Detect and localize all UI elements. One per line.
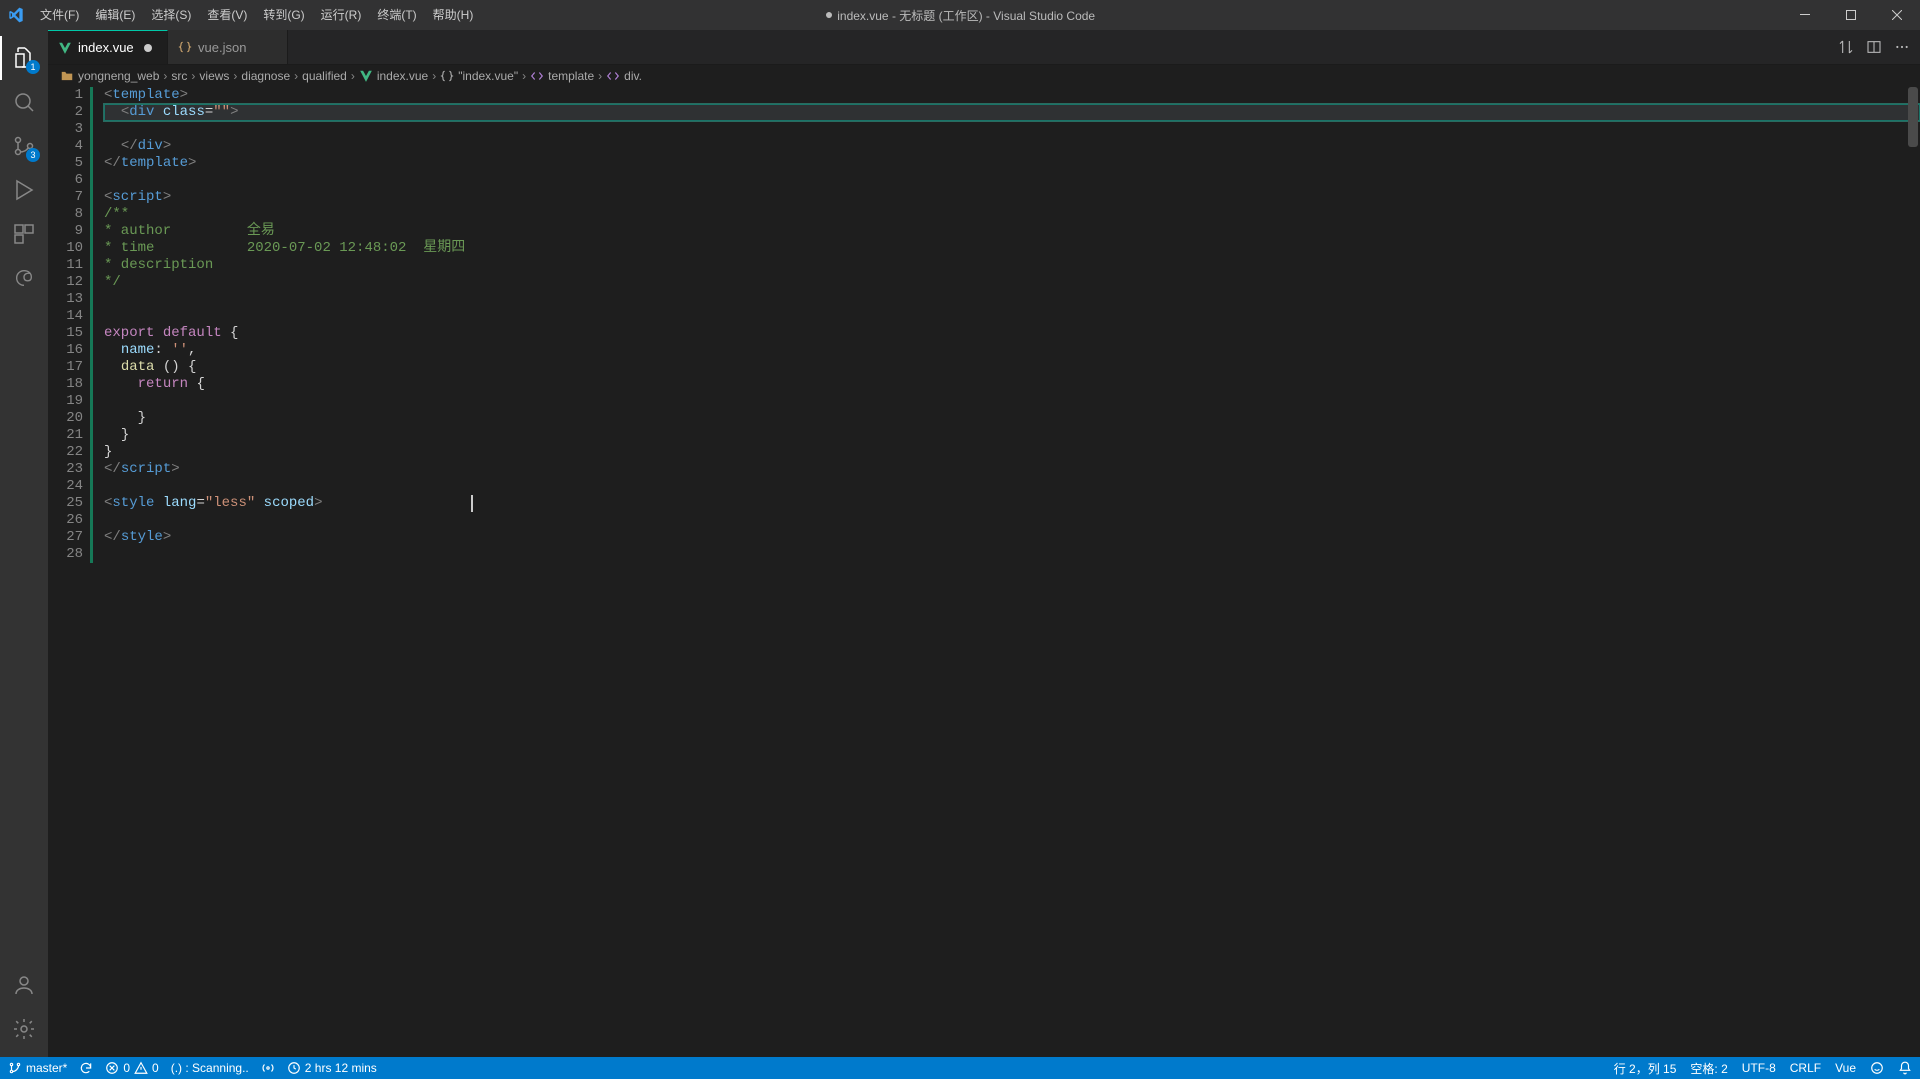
braces-icon bbox=[440, 69, 454, 83]
activity-search[interactable] bbox=[0, 80, 48, 124]
crumb-file[interactable]: index.vue bbox=[359, 69, 428, 83]
status-live-server[interactable] bbox=[261, 1061, 275, 1075]
crumb-src[interactable]: src bbox=[171, 69, 187, 83]
editor-group: index.vue vue.json yongneng_web › bbox=[48, 30, 1920, 1057]
bell-icon bbox=[1898, 1061, 1912, 1075]
menu-file[interactable]: 文件(F) bbox=[32, 0, 87, 30]
chevron-right-icon: › bbox=[191, 69, 195, 83]
chevron-right-icon: › bbox=[294, 69, 298, 83]
crumb-root[interactable]: yongneng_web bbox=[60, 69, 159, 83]
menu-run[interactable]: 运行(R) bbox=[313, 0, 370, 30]
menu-help[interactable]: 帮助(H) bbox=[425, 0, 482, 30]
status-scanning[interactable]: (.) : Scanning.. bbox=[171, 1061, 249, 1075]
tab-label: index.vue bbox=[78, 40, 134, 55]
scm-badge: 3 bbox=[26, 148, 40, 162]
activity-edge[interactable] bbox=[0, 256, 48, 300]
code-area[interactable]: <template> <div class=""> </div> </templ… bbox=[96, 87, 1920, 1057]
editor-actions bbox=[1838, 30, 1920, 64]
tabs-bar: index.vue vue.json bbox=[48, 30, 1920, 65]
text-cursor bbox=[471, 495, 473, 512]
status-time[interactable]: 2 hrs 12 mins bbox=[287, 1061, 377, 1075]
minimize-button[interactable] bbox=[1782, 0, 1828, 30]
line-number-gutter: 1234567891011121314151617181920212223242… bbox=[48, 87, 96, 1057]
chevron-right-icon: › bbox=[598, 69, 602, 83]
crumb-qualified[interactable]: qualified bbox=[302, 69, 347, 83]
crumb-template[interactable]: template bbox=[530, 69, 594, 83]
chevron-right-icon: › bbox=[351, 69, 355, 83]
status-encoding[interactable]: UTF-8 bbox=[1742, 1061, 1776, 1075]
broadcast-icon bbox=[261, 1061, 275, 1075]
status-sync[interactable] bbox=[79, 1061, 93, 1075]
status-bar: master* 0 0 (.) : Scanning.. 2 hrs 12 mi… bbox=[0, 1057, 1920, 1079]
code-editor[interactable]: 1234567891011121314151617181920212223242… bbox=[48, 87, 1920, 1057]
status-language[interactable]: Vue bbox=[1835, 1061, 1856, 1075]
status-feedback[interactable] bbox=[1870, 1061, 1884, 1075]
status-notifications[interactable] bbox=[1898, 1061, 1912, 1075]
error-icon bbox=[105, 1061, 119, 1075]
window-controls bbox=[1782, 0, 1920, 30]
menu-go[interactable]: 转到(G) bbox=[255, 0, 312, 30]
activity-bar: 1 3 bbox=[0, 30, 48, 1057]
main-menu: 文件(F) 编辑(E) 选择(S) 查看(V) 转到(G) 运行(R) 终端(T… bbox=[32, 0, 481, 30]
chevron-right-icon: › bbox=[522, 69, 526, 83]
activity-explorer[interactable]: 1 bbox=[0, 36, 48, 80]
vue-file-icon bbox=[359, 69, 373, 83]
crumb-diagnose[interactable]: diagnose bbox=[241, 69, 290, 83]
scrollbar-thumb[interactable] bbox=[1908, 87, 1918, 147]
activity-run[interactable] bbox=[0, 168, 48, 212]
sync-icon bbox=[79, 1061, 93, 1075]
menu-terminal[interactable]: 终端(T) bbox=[369, 0, 424, 30]
activity-account[interactable] bbox=[0, 963, 48, 1007]
close-button[interactable] bbox=[1874, 0, 1920, 30]
vue-file-icon bbox=[58, 41, 72, 55]
vscode-icon bbox=[8, 7, 24, 23]
explorer-badge: 1 bbox=[26, 60, 40, 74]
menu-edit[interactable]: 编辑(E) bbox=[87, 0, 143, 30]
crumb-views[interactable]: views bbox=[199, 69, 229, 83]
warning-icon bbox=[134, 1061, 148, 1075]
chevron-right-icon: › bbox=[432, 69, 436, 83]
crumb-scope[interactable]: "index.vue" bbox=[440, 69, 518, 83]
title-bar: 文件(F) 编辑(E) 选择(S) 查看(V) 转到(G) 运行(R) 终端(T… bbox=[0, 0, 1920, 30]
menu-selection[interactable]: 选择(S) bbox=[143, 0, 199, 30]
dirty-indicator-icon bbox=[144, 44, 152, 52]
split-editor-icon[interactable] bbox=[1866, 39, 1882, 55]
status-ln-col[interactable]: 行 2，列 15 bbox=[1614, 1060, 1677, 1077]
activity-settings[interactable] bbox=[0, 1007, 48, 1051]
breadcrumbs[interactable]: yongneng_web › src › views › diagnose › … bbox=[48, 65, 1920, 87]
smiley-icon bbox=[1870, 1061, 1884, 1075]
tab-index-vue[interactable]: index.vue bbox=[48, 30, 168, 64]
tab-label: vue.json bbox=[198, 40, 246, 55]
status-indent[interactable]: 空格: 2 bbox=[1690, 1060, 1727, 1077]
chevron-right-icon: › bbox=[163, 69, 167, 83]
chevron-right-icon: › bbox=[233, 69, 237, 83]
more-actions-icon[interactable] bbox=[1894, 39, 1910, 55]
symbol-html-icon bbox=[606, 69, 620, 83]
overview-ruler[interactable] bbox=[1906, 87, 1920, 1057]
status-eol[interactable]: CRLF bbox=[1790, 1061, 1821, 1075]
tab-vue-json[interactable]: vue.json bbox=[168, 30, 288, 64]
maximize-button[interactable] bbox=[1828, 0, 1874, 30]
folder-icon bbox=[60, 69, 74, 83]
json-file-icon bbox=[178, 40, 192, 54]
crumb-div[interactable]: div. bbox=[606, 69, 642, 83]
symbol-html-icon bbox=[530, 69, 544, 83]
menu-view[interactable]: 查看(V) bbox=[199, 0, 255, 30]
status-branch[interactable]: master* bbox=[8, 1061, 67, 1075]
clock-icon bbox=[287, 1061, 301, 1075]
status-problems[interactable]: 0 0 bbox=[105, 1061, 158, 1075]
git-branch-icon bbox=[8, 1061, 22, 1075]
activity-scm[interactable]: 3 bbox=[0, 124, 48, 168]
compare-changes-icon[interactable] bbox=[1838, 39, 1854, 55]
dirty-dot-icon: ● bbox=[825, 6, 837, 22]
activity-extensions[interactable] bbox=[0, 212, 48, 256]
